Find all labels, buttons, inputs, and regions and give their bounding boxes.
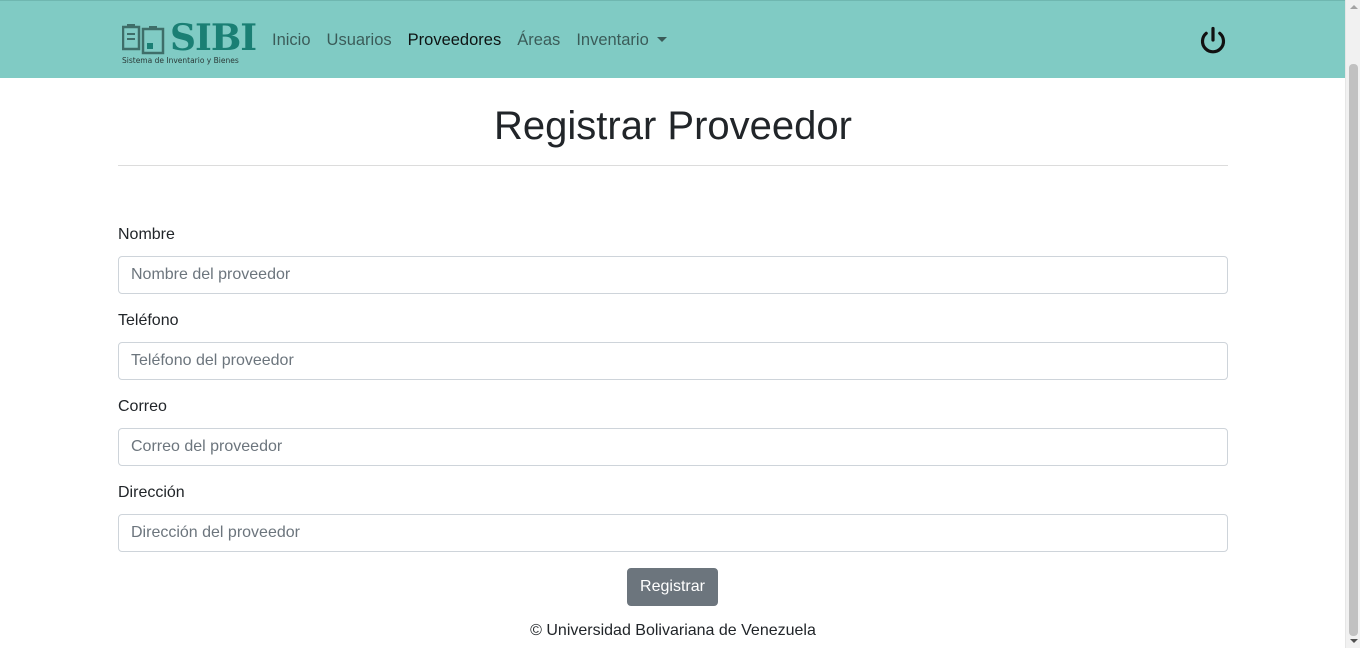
nav-item-inicio[interactable]: Inicio [264, 29, 319, 51]
nav-item-usuarios[interactable]: Usuarios [319, 29, 400, 51]
clipboard-icon [122, 24, 165, 55]
direccion-label: Dirección [118, 484, 185, 501]
telefono-input[interactable] [118, 342, 1228, 380]
nav-item-inventario-dropdown[interactable]: Inventario [568, 29, 674, 51]
nombre-label: Nombre [118, 226, 175, 243]
scroll-down-arrow-icon[interactable] [1350, 639, 1358, 643]
telefono-label: Teléfono [118, 312, 179, 329]
direccion-input[interactable] [118, 514, 1228, 552]
caret-down-icon [656, 37, 667, 42]
page: SIBI Sistema de Inventario y Bienes Inic… [0, 0, 1345, 648]
correo-label: Correo [118, 398, 167, 415]
power-icon[interactable] [1197, 25, 1229, 57]
correo-input[interactable] [118, 428, 1228, 466]
registrar-button[interactable]: Registrar [627, 568, 718, 606]
footer-text: © Universidad Bolivariana de Venezuela [530, 622, 816, 639]
brand-logo[interactable]: SIBI Sistema de Inventario y Bienes [120, 18, 257, 68]
brand-subtitle: Sistema de Inventario y Bienes [122, 56, 239, 65]
nav-item-areas[interactable]: Áreas [509, 29, 568, 51]
scroll-up-arrow-icon[interactable] [1350, 5, 1358, 9]
brand-title: SIBI [170, 17, 257, 59]
nav-item-inventario-label: Inventario [576, 31, 649, 49]
scrollbar-thumb[interactable] [1349, 64, 1358, 636]
nav-links: Inicio Usuarios Proveedores Áreas Invent… [264, 29, 675, 51]
nombre-input[interactable] [118, 256, 1228, 294]
nav-item-proveedores[interactable]: Proveedores [400, 29, 510, 51]
title-divider [118, 165, 1228, 166]
navbar: SIBI Sistema de Inventario y Bienes Inic… [0, 0, 1345, 78]
page-title: Registrar Proveedor [494, 104, 852, 148]
vertical-scrollbar[interactable] [1345, 0, 1360, 648]
